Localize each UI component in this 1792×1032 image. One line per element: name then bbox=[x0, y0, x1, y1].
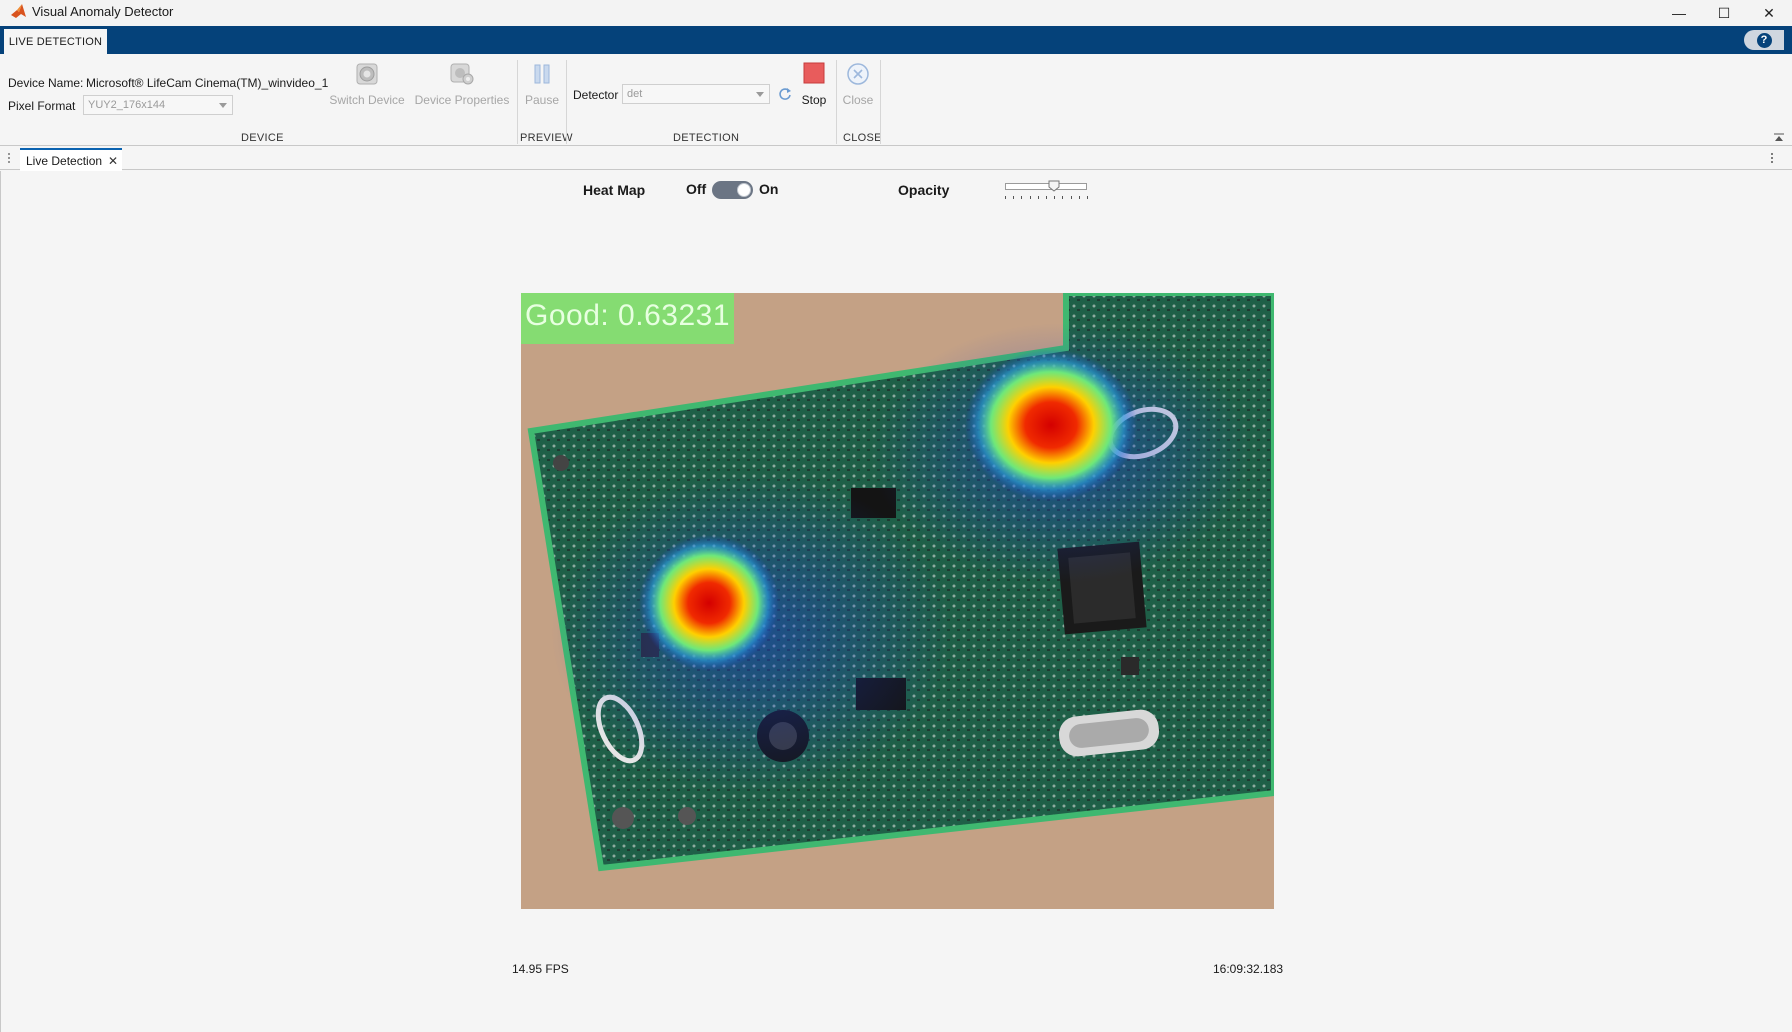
opacity-slider[interactable] bbox=[1005, 183, 1087, 190]
divider bbox=[836, 60, 837, 144]
switch-device-label: Switch Device bbox=[329, 93, 405, 107]
divider bbox=[880, 60, 881, 144]
opacity-tick bbox=[1071, 196, 1072, 199]
opacity-tick bbox=[1038, 196, 1039, 199]
refresh-icon[interactable] bbox=[777, 86, 793, 102]
timestamp-readout: 16:09:32.183 bbox=[1213, 962, 1284, 976]
divider bbox=[517, 60, 518, 144]
pixel-format-value: YUY2_176x144 bbox=[88, 99, 166, 111]
device-section-label: DEVICE bbox=[241, 132, 284, 144]
minimize-button[interactable]: — bbox=[1656, 0, 1702, 26]
camera-icon bbox=[356, 63, 378, 85]
toggle-on-label: On bbox=[759, 181, 779, 197]
opacity-label: Opacity bbox=[898, 182, 950, 198]
device-name-value: Microsoft® LifeCam Cinema(TM)_winvideo_1 bbox=[86, 76, 329, 90]
title-bar: Visual Anomaly Detector — ☐ ✕ bbox=[0, 0, 1792, 26]
pause-icon bbox=[534, 64, 550, 84]
help-button[interactable]: ? bbox=[1744, 30, 1784, 50]
chevron-down-icon bbox=[756, 92, 764, 97]
pcb-camera-image bbox=[521, 293, 1274, 909]
close-section-label: CLOSE bbox=[843, 132, 882, 144]
window-title: Visual Anomaly Detector bbox=[32, 4, 174, 19]
detector-label: Detector bbox=[573, 88, 619, 102]
device-properties-button[interactable]: Device Properties bbox=[412, 62, 512, 107]
toolstrip: Device Name: Microsoft® LifeCam Cinema(T… bbox=[0, 54, 1792, 146]
more-options-icon[interactable] bbox=[1769, 152, 1775, 164]
preview-section-label: PREVIEW bbox=[520, 132, 573, 144]
stop-button[interactable]: Stop bbox=[794, 62, 834, 107]
close-window-button[interactable]: ✕ bbox=[1746, 0, 1792, 26]
detector-value: det bbox=[627, 88, 643, 100]
close-tab-icon[interactable]: ✕ bbox=[108, 154, 118, 168]
device-properties-label: Device Properties bbox=[414, 93, 510, 107]
device-name-label: Device Name: bbox=[8, 76, 84, 90]
detection-section-label: DETECTION bbox=[673, 132, 740, 144]
opacity-tick bbox=[1030, 196, 1031, 199]
pixel-format-label: Pixel Format bbox=[8, 99, 76, 113]
toggle-off-label: Off bbox=[686, 181, 707, 197]
opacity-tick bbox=[1087, 196, 1088, 199]
tab-live-detection[interactable]: LIVE DETECTION bbox=[4, 29, 107, 54]
heat-map-label: Heat Map bbox=[583, 182, 646, 198]
stop-label: Stop bbox=[801, 93, 827, 107]
toggle-knob bbox=[737, 183, 751, 197]
tab-live-detection-document[interactable]: Live Detection ✕ bbox=[20, 148, 122, 171]
close-detection-button[interactable]: Close bbox=[838, 62, 878, 107]
stop-icon bbox=[803, 62, 825, 84]
camera-settings-icon bbox=[450, 63, 474, 85]
pixel-format-dropdown[interactable]: YUY2_176x144 bbox=[83, 95, 233, 115]
opacity-tick bbox=[1021, 196, 1022, 199]
camera-feed: Good: 0.63231 bbox=[521, 293, 1274, 909]
ribbon-tab-strip: LIVE DETECTION ? bbox=[0, 26, 1792, 54]
help-icon: ? bbox=[1756, 32, 1772, 48]
document-tab-bar: Live Detection ✕ bbox=[0, 146, 1792, 171]
opacity-tick bbox=[1062, 196, 1063, 199]
close-circle-icon bbox=[847, 63, 869, 85]
detector-dropdown[interactable]: det bbox=[622, 84, 770, 104]
drag-handle-icon[interactable] bbox=[6, 152, 12, 164]
close-label: Close bbox=[842, 93, 874, 107]
opacity-tick bbox=[1013, 196, 1014, 199]
opacity-tick bbox=[1079, 196, 1080, 199]
opacity-slider-thumb[interactable] bbox=[1048, 180, 1060, 192]
opacity-tick bbox=[1054, 196, 1055, 199]
heat-map-toggle[interactable] bbox=[712, 181, 753, 199]
fps-readout: 14.95 FPS bbox=[512, 962, 569, 976]
document-tab-label: Live Detection bbox=[26, 153, 103, 168]
result-score: Good: 0.63231 bbox=[525, 299, 731, 332]
chevron-down-icon bbox=[219, 103, 227, 108]
divider bbox=[566, 60, 567, 144]
pause-button[interactable]: Pause bbox=[521, 62, 563, 107]
maximize-button[interactable]: ☐ bbox=[1701, 0, 1747, 26]
result-badge: Good: 0.63231 bbox=[521, 293, 734, 344]
opacity-tick bbox=[1046, 196, 1047, 199]
opacity-tick bbox=[1005, 196, 1006, 199]
collapse-toolstrip-icon[interactable] bbox=[1773, 133, 1785, 143]
switch-device-button[interactable]: Switch Device bbox=[327, 62, 407, 107]
pause-label: Pause bbox=[524, 93, 560, 107]
matlab-logo-icon bbox=[11, 4, 26, 18]
